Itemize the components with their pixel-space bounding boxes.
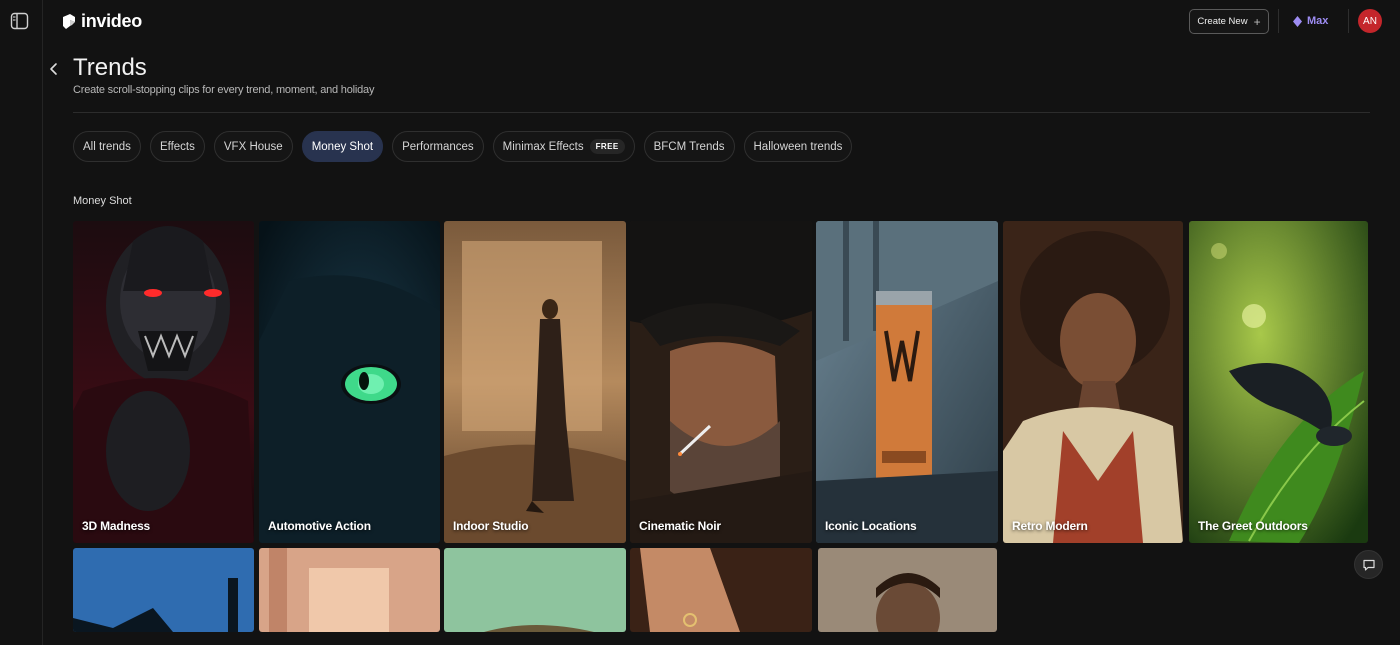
card-thumbnail	[259, 221, 440, 543]
card-thumbnail	[444, 221, 626, 543]
tab-bfcm-trends[interactable]: BFCM Trends	[643, 131, 735, 162]
tab-halloween-trends[interactable]: Halloween trends	[743, 131, 853, 162]
trend-card-the-greet-outdoors[interactable]: The Greet Outdoors	[1189, 221, 1368, 543]
card-label: Retro Modern	[1012, 519, 1088, 533]
card-label: 3D Madness	[82, 519, 151, 533]
max-plan-label: Max	[1307, 15, 1329, 27]
section-title: Money Shot	[73, 195, 132, 207]
card-thumbnail	[73, 221, 254, 543]
card-label: Iconic Locations	[825, 519, 917, 533]
card-thumbnail	[818, 548, 997, 632]
divider	[73, 112, 1370, 113]
create-new-label: Create New	[1197, 16, 1248, 27]
chat-button[interactable]	[1354, 550, 1383, 579]
tab-effects[interactable]: Effects	[149, 131, 205, 162]
tab-label: Minimax Effects	[502, 140, 584, 153]
card-thumbnail	[73, 548, 254, 632]
trend-tabs: All trends Effects VFX House Money Shot …	[73, 131, 853, 162]
trend-card[interactable]	[630, 548, 812, 632]
tab-label: Money Shot	[311, 140, 374, 153]
card-thumbnail	[259, 548, 440, 632]
free-badge: FREE	[589, 139, 625, 154]
trend-card-retro-modern[interactable]: Retro Modern	[1003, 221, 1183, 543]
trend-card-automotive-action[interactable]: Automotive Action	[259, 221, 440, 543]
tab-label: Performances	[402, 140, 474, 153]
trend-card[interactable]	[73, 548, 254, 632]
create-new-button[interactable]: Create New +	[1189, 9, 1269, 34]
max-plan-button[interactable]: Max	[1293, 12, 1328, 30]
logo-icon	[63, 14, 75, 29]
avatar[interactable]: AN	[1358, 9, 1382, 33]
top-bar: invideo Create New + Max AN	[43, 0, 1400, 42]
page-subtitle: Create scroll-stopping clips for every t…	[73, 84, 375, 96]
back-arrow-icon[interactable]	[45, 60, 63, 78]
trend-card[interactable]	[818, 548, 997, 632]
trend-card-cinematic-noir[interactable]: Cinematic Noir	[630, 221, 812, 543]
card-thumbnail	[1003, 221, 1183, 543]
plus-icon: +	[1253, 14, 1261, 29]
logo-text: invideo	[81, 11, 142, 31]
tab-performances[interactable]: Performances	[392, 131, 484, 162]
tab-all-trends[interactable]: All trends	[73, 131, 141, 162]
tab-minimax-effects[interactable]: Minimax Effects FREE	[492, 131, 635, 162]
card-label: Automotive Action	[268, 519, 371, 533]
divider	[1278, 9, 1279, 33]
tab-label: Effects	[159, 140, 195, 153]
chat-icon	[1362, 559, 1375, 571]
tab-label: All trends	[83, 140, 131, 153]
tab-label: BFCM Trends	[653, 140, 725, 153]
tab-label: VFX House	[223, 140, 283, 153]
tab-label: Halloween trends	[753, 140, 843, 153]
page-title: Trends	[73, 54, 147, 81]
invideo-logo[interactable]: invideo	[61, 11, 142, 32]
card-label: Indoor Studio	[453, 519, 529, 533]
tab-money-shot[interactable]: Money Shot	[301, 131, 384, 162]
trend-card-3d-madness[interactable]: 3D Madness	[73, 221, 254, 543]
tab-vfx-house[interactable]: VFX House	[213, 131, 293, 162]
trend-card[interactable]	[259, 548, 440, 632]
card-thumbnail	[630, 221, 812, 543]
card-thumbnail	[816, 221, 998, 543]
card-thumbnail	[444, 548, 626, 632]
trend-card-iconic-locations[interactable]: Iconic Locations	[816, 221, 998, 543]
card-label: Cinematic Noir	[639, 519, 721, 533]
card-thumbnail	[1189, 221, 1368, 543]
divider	[1348, 9, 1349, 33]
trend-card[interactable]	[444, 548, 626, 632]
card-thumbnail	[630, 548, 812, 632]
trend-card-indoor-studio[interactable]: Indoor Studio	[444, 221, 626, 543]
card-label: The Greet Outdoors	[1198, 519, 1308, 533]
sidebar-strip	[0, 0, 43, 645]
diamond-icon	[1293, 15, 1302, 27]
sidebar-toggle-icon[interactable]	[10, 12, 30, 30]
